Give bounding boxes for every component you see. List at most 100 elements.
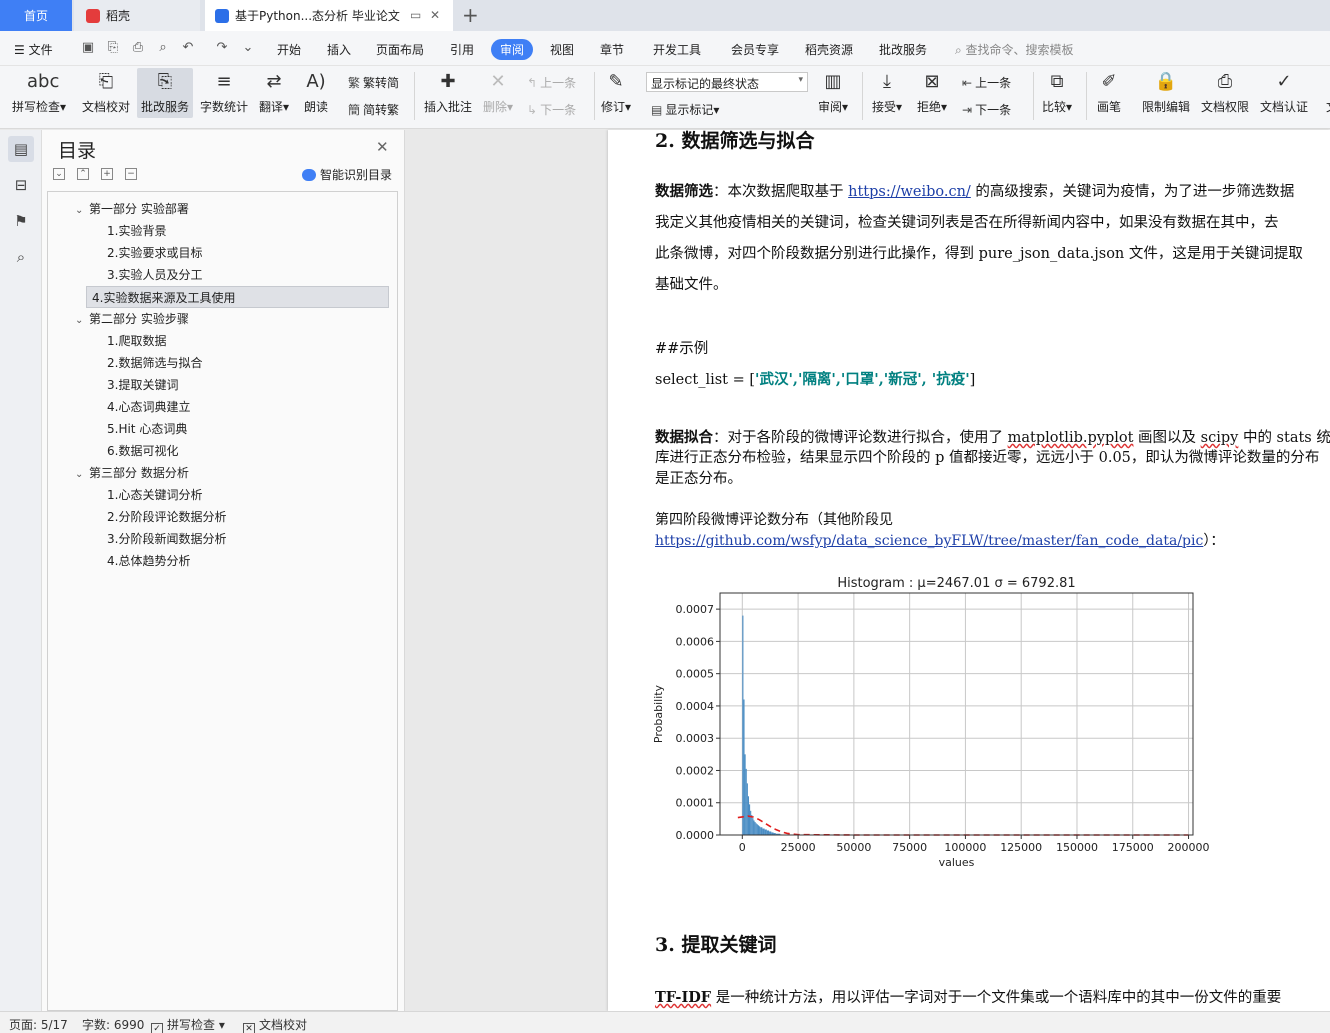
delete-comment-button[interactable]: ✕ 删除▾ <box>483 70 513 115</box>
document-page[interactable]: 2. 数据筛选与拟合 数据筛选：本次数据爬取基于 https://weibo.c… <box>608 130 1330 1011</box>
paragraph-line: 基础文件。 <box>655 277 728 293</box>
text-run: ）： <box>1203 533 1225 549</box>
accept-button[interactable]: ⤓ 接受▾ <box>872 70 902 115</box>
markup-state-select[interactable]: 显示标记的最终状态 ▾ <box>646 72 808 92</box>
tab-float-icon[interactable]: ▭ <box>410 8 421 22</box>
toc-item[interactable]: 4.总体趋势分析 <box>107 550 190 572</box>
correction-service-button[interactable]: ⎘ 批改服务 <box>137 68 194 118</box>
toc-item[interactable]: 2.分阶段评论数据分析 <box>107 506 226 528</box>
read-aloud-button[interactable]: A) 朗读 <box>304 70 328 115</box>
insert-comment-button[interactable]: ✚ 插入批注 <box>424 70 472 115</box>
toc-item[interactable]: 1.实验背景 <box>107 220 166 242</box>
review-pane-button[interactable]: ▥ 审阅▾ <box>818 70 848 115</box>
command-search[interactable]: ⌕ 查找命令、搜索模板 <box>955 41 1074 58</box>
menu-correction[interactable]: 批改服务 <box>879 41 927 58</box>
toc-item[interactable]: 3.分阶段新闻数据分析 <box>107 528 226 550</box>
toc-item[interactable]: ⌄ 第一部分 实验部署 <box>75 198 189 220</box>
page-indicator[interactable]: 页面: 5/17 <box>9 1016 68 1033</box>
file-menu[interactable]: ☰ 文件 <box>14 41 53 58</box>
restrict-edit-button[interactable]: 🔒 限制编辑 <box>1142 70 1190 115</box>
toc-item[interactable]: ⌄ 第二部分 实验步骤 <box>75 308 189 330</box>
doc-proof-status[interactable]: ✕ 文档校对 <box>243 1016 307 1033</box>
toc-item[interactable]: 4.实验数据来源及工具使用 <box>86 286 389 308</box>
prev-change-button[interactable]: ⇤ 上一条 <box>962 74 1011 91</box>
close-icon[interactable]: ✕ <box>376 138 389 156</box>
ribbon-more-button[interactable]: 文 <box>1320 70 1330 115</box>
toc-item[interactable]: 4.心态词典建立 <box>107 396 190 418</box>
export-pdf-icon[interactable]: ⎘ <box>105 40 121 56</box>
x-tick-label: 100000 <box>944 841 986 854</box>
doc-proof-label: 文档校对 <box>82 100 131 114</box>
redo-icon[interactable]: ↷ <box>214 40 230 56</box>
chevron-down-icon[interactable]: ⌄ <box>75 464 89 486</box>
weibo-link[interactable]: https://weibo.cn/ <box>848 184 971 200</box>
toc-item-label: 4.心态词典建立 <box>107 400 191 414</box>
toc-item[interactable]: 2.实验要求或目标 <box>107 242 202 264</box>
save-icon[interactable]: ▣ <box>80 40 96 56</box>
delete-comment-icon: ✕ <box>490 71 506 92</box>
menu-docer-resources[interactable]: 稻壳资源 <box>805 41 853 58</box>
tab-home[interactable]: 首页 <box>0 0 72 31</box>
tab-document[interactable]: 基于Python...态分析 毕业论文 ▭ ✕ <box>205 0 453 31</box>
histogram-bar <box>751 814 753 835</box>
expand-up-icon[interactable]: ⌃ <box>77 168 89 180</box>
collapse-all-icon[interactable]: ⌄ <box>53 168 65 180</box>
menu-review[interactable]: 审阅 <box>491 39 534 60</box>
toc-item[interactable]: 1.心态关键词分析 <box>107 484 202 506</box>
code-line: select_list = ['武汉','隔离','口罩','新冠', '抗疫'… <box>655 368 975 389</box>
tab-docer-label: 稻壳 <box>106 9 131 23</box>
show-markup-button[interactable]: ▤ 显示标记▾ <box>651 101 719 118</box>
add-level-icon[interactable]: + <box>101 168 113 180</box>
reject-button[interactable]: ⊠ 拒绝▾ <box>917 70 947 115</box>
remove-level-icon[interactable]: − <box>125 168 137 180</box>
next-change-button[interactable]: ⇥ 下一条 <box>962 101 1011 118</box>
github-link[interactable]: https://github.com/wsfyp/data_science_by… <box>655 533 1203 549</box>
toc-item[interactable]: ⌄ 第三部分 数据分析 <box>75 462 189 484</box>
next-comment-button[interactable]: ↳ 下一条 <box>527 101 576 118</box>
menu-page-layout[interactable]: 页面布局 <box>376 41 424 58</box>
ribbon-separator <box>414 72 415 120</box>
find-icon[interactable]: ⌕ <box>8 244 34 270</box>
menu-view[interactable]: 视图 <box>550 41 574 58</box>
doc-permission-button[interactable]: ⎙ 文档权限 <box>1201 70 1249 115</box>
menu-bar: ☰ 文件 ▣ ⎘ ⎙ ⌕ ↶ ↷ ⌄ 开始 插入 页面布局 引用 审阅 视图 章… <box>0 31 1330 66</box>
trad-to-simp-button[interactable]: 繁繁转简 <box>348 74 399 91</box>
chevron-down-icon[interactable]: ⌄ <box>75 310 89 332</box>
doc-certify-button[interactable]: ✓ 文档认证 <box>1260 70 1308 115</box>
track-changes-button[interactable]: ✎ 修订▾ <box>601 70 631 115</box>
toc-item[interactable]: 3.实验人员及分工 <box>107 264 202 286</box>
toc-item[interactable]: 5.Hit 心态词典 <box>107 418 187 440</box>
menu-references[interactable]: 引用 <box>450 41 474 58</box>
toc-item[interactable]: 3.提取关键词 <box>107 374 178 396</box>
simp-to-trad-button[interactable]: 簡简转繁 <box>348 101 399 118</box>
chapter-nav-icon[interactable]: ⊟ <box>8 172 34 198</box>
bookmark-icon[interactable]: ⚑ <box>8 208 34 234</box>
doc-proof-button[interactable]: ⎗ 文档校对 <box>82 70 130 115</box>
spellcheck-status[interactable]: ✓ 拼写检查 ▾ <box>151 1016 225 1033</box>
translate-button[interactable]: ⇄ 翻译▾ <box>259 70 289 115</box>
word-count-button[interactable]: ≡ 字数统计 <box>200 70 248 115</box>
menu-member[interactable]: 会员专享 <box>731 41 779 58</box>
toc-item[interactable]: 1.爬取数据 <box>107 330 166 352</box>
print-icon[interactable]: ⎙ <box>130 40 146 56</box>
menu-developer[interactable]: 开发工具 <box>653 41 701 58</box>
new-tab-plus-icon[interactable]: + <box>462 3 479 27</box>
undo-icon[interactable]: ↶ <box>180 40 196 56</box>
compare-button[interactable]: ⧉ 比较▾ <box>1042 70 1072 115</box>
print-preview-icon[interactable]: ⌕ <box>155 40 171 56</box>
customize-chevron-icon[interactable]: ⌄ <box>240 40 256 56</box>
menu-chapter[interactable]: 章节 <box>600 41 624 58</box>
spellcheck-button[interactable]: abc 拼写检查▾ <box>12 70 66 115</box>
toc-item[interactable]: 2.数据筛选与拟合 <box>107 352 202 374</box>
chevron-down-icon[interactable]: ⌄ <box>75 200 89 222</box>
toc-pane-icon[interactable]: ▤ <box>8 136 34 162</box>
tab-close-icon[interactable]: ✕ <box>430 8 440 22</box>
smart-toc-button[interactable]: 智能识别目录 <box>302 166 392 183</box>
pen-button[interactable]: ✐ 画笔 <box>1097 70 1121 115</box>
toc-item[interactable]: 6.数据可视化 <box>107 440 178 462</box>
prev-comment-button[interactable]: ↰ 上一条 <box>527 74 576 91</box>
word-count-indicator[interactable]: 字数: 6990 <box>82 1016 144 1033</box>
menu-home[interactable]: 开始 <box>277 41 301 58</box>
menu-insert[interactable]: 插入 <box>327 41 351 58</box>
tab-docer[interactable]: 稻壳 <box>74 0 200 31</box>
